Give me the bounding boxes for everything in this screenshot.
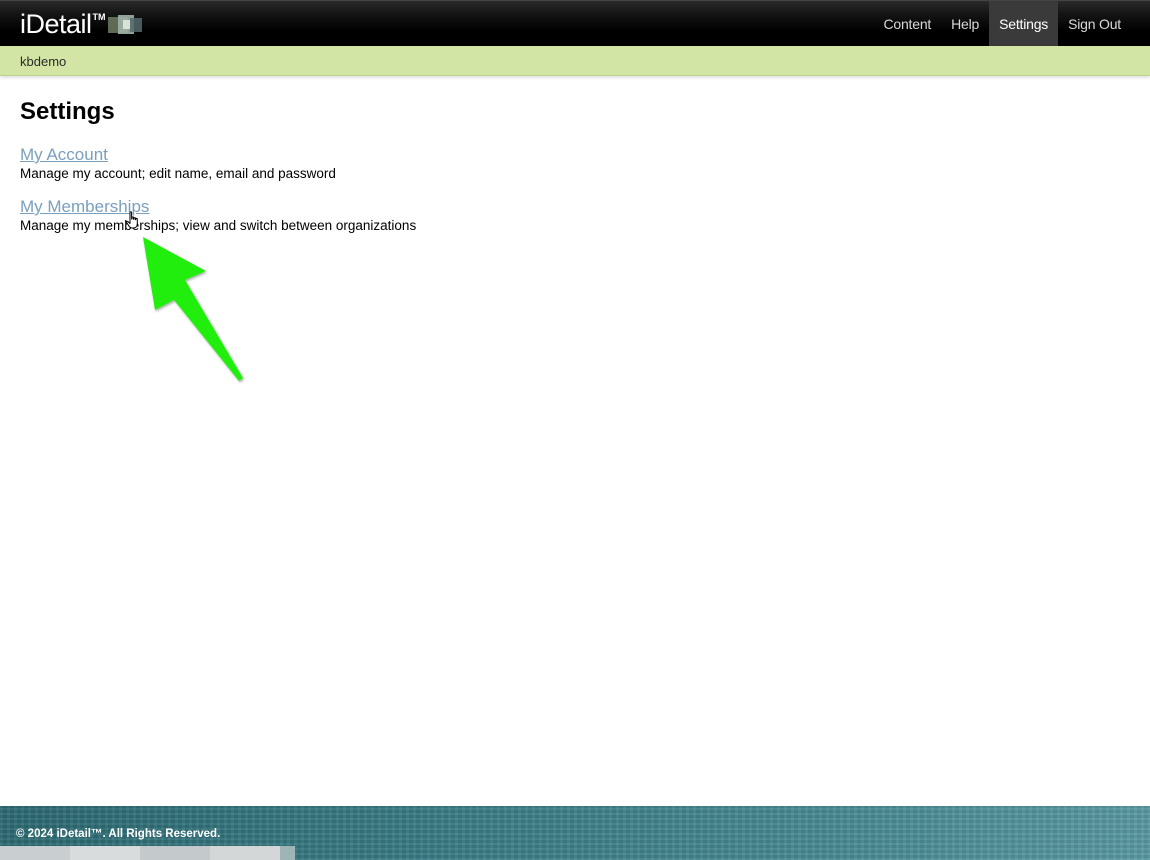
my-account-description: Manage my account; edit name, email and … <box>20 166 336 181</box>
page-footer: © 2024 iDetail™. All Rights Reserved. <box>0 806 1150 860</box>
green-arrow-icon <box>143 237 243 381</box>
footer-strip <box>0 846 295 860</box>
page-title: Settings <box>20 98 115 125</box>
my-memberships-description: Manage my memberships; view and switch b… <box>20 218 417 233</box>
current-username: kbdemo <box>20 54 67 69</box>
top-navigation-bar: iDetail TM Content Help Settings Sign Ou… <box>0 0 1150 47</box>
logo-mark-icon <box>107 14 144 36</box>
nav-settings[interactable]: Settings <box>989 1 1059 47</box>
idetail-logo[interactable]: iDetail TM <box>20 9 144 39</box>
nav-content[interactable]: Content <box>873 1 941 47</box>
logo-text: iDetail <box>20 9 92 39</box>
my-account-link[interactable]: My Account <box>20 145 108 165</box>
footer-copyright: © 2024 iDetail™. All Rights Reserved. <box>16 828 221 840</box>
nav-help[interactable]: Help <box>941 1 989 47</box>
nav-sign-out[interactable]: Sign Out <box>1058 1 1131 47</box>
logo-trademark: TM <box>92 12 106 22</box>
hand-pointer-icon <box>125 211 138 229</box>
main-nav: Content Help Settings Sign Out <box>873 1 1131 47</box>
user-bar: kbdemo <box>0 46 1150 76</box>
